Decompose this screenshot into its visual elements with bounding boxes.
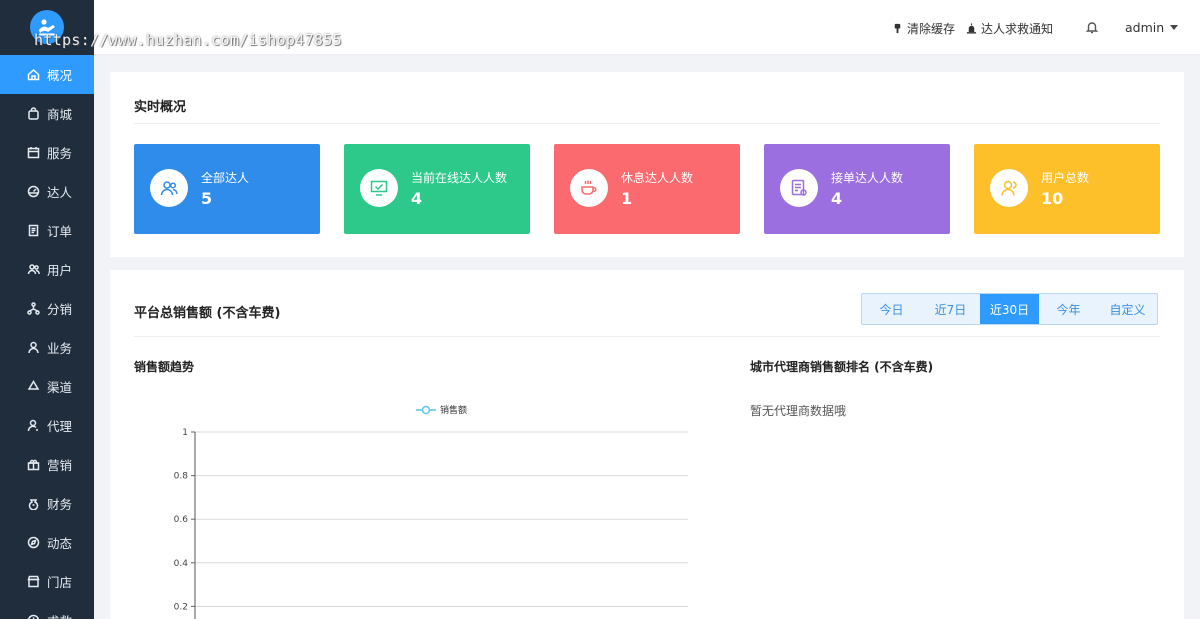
sidebar: 概况商城服务达人订单用户分销业务渠道代理营销财务动态门店求救 <box>0 0 94 619</box>
stat-card[interactable]: 当前在线达人人数 4 <box>344 144 530 234</box>
network-icon <box>26 302 40 316</box>
sidebar-item-10[interactable]: 营销 <box>0 445 94 484</box>
compass-icon <box>26 536 40 550</box>
sidebar-item-8[interactable]: 渠道 <box>0 367 94 406</box>
clear-cache-label: 清除缓存 <box>907 22 956 36</box>
calendar-icon <box>26 146 40 160</box>
y-tick-label: 1 <box>182 428 188 438</box>
sidebar-item-label: 营销 <box>47 458 73 473</box>
moneybag-icon <box>26 497 40 511</box>
stat-card-label: 全部达人 <box>201 171 250 185</box>
stat-card-label: 休息达人人数 <box>621 171 694 185</box>
sidebar-item-label: 达人 <box>47 185 73 200</box>
sidebar-item-label: 商城 <box>47 107 73 122</box>
home-icon <box>26 68 40 82</box>
sidebar-item-label: 动态 <box>47 536 73 551</box>
stat-card-value: 4 <box>831 189 843 208</box>
brush-icon <box>894 23 901 34</box>
sidebar-item-5[interactable]: 用户 <box>0 250 94 289</box>
sidebar-item-label: 订单 <box>47 224 73 239</box>
user-name: admin <box>1125 20 1165 35</box>
stat-card[interactable]: 全部达人 5 <box>134 144 320 234</box>
overview-title: 实时概况 <box>134 100 187 115</box>
stat-card-value: 10 <box>1041 189 1064 208</box>
sidebar-item-label: 求救 <box>47 611 72 619</box>
stat-card-label: 用户总数 <box>1041 171 1090 185</box>
sidebar-item-label: 业务 <box>47 341 73 356</box>
caret-down-icon <box>1170 25 1179 30</box>
sidebar-item-label: 用户 <box>47 263 73 278</box>
overview-panel: 实时概况 全部达人 5 当前在线达人人数 4 休息达人人数 1 接单达人人数 4 用户总数 10 <box>110 72 1184 257</box>
alarm-icon <box>966 23 977 34</box>
sos-icon <box>26 614 40 619</box>
user-menu[interactable]: admin <box>1125 20 1179 35</box>
rescue-notice-label: 达人求救通知 <box>981 22 1054 36</box>
monitor-icon <box>360 169 398 207</box>
clear-cache-button[interactable]: 清除缓存 <box>892 20 955 37</box>
sidebar-item-label: 门店 <box>47 575 73 590</box>
stat-card[interactable]: 休息达人人数 1 <box>554 144 740 234</box>
sidebar-item-label: 服务 <box>47 146 73 161</box>
store-icon <box>26 575 40 589</box>
sidebar-item-2[interactable]: 服务 <box>0 133 94 172</box>
sidebar-item-1[interactable]: 商城 <box>0 94 94 133</box>
document-icon <box>26 224 40 238</box>
y-tick-label: 0.4 <box>174 559 189 569</box>
sidebar-item-14[interactable]: 求救 <box>0 601 94 619</box>
sidebar-item-3[interactable]: 达人 <box>0 172 94 211</box>
sidebar-item-label: 渠道 <box>47 380 73 395</box>
sidebar-item-label: 分销 <box>47 302 73 317</box>
order-icon <box>780 169 818 207</box>
stat-card[interactable]: 接单达人人数 4 <box>764 144 950 234</box>
stat-card[interactable]: 用户总数 10 <box>974 144 1160 234</box>
user-group-icon <box>990 169 1028 207</box>
sales-panel: 平台总销售额 (不含车费) 今日 近7日 近30日 今年 自定义 销售额趋势 城市代理商… <box>110 270 1184 619</box>
bell-icon[interactable] <box>1085 20 1099 34</box>
rescue-notice-button[interactable]: 达人求救通知 <box>966 20 1053 37</box>
users-icon <box>150 169 188 207</box>
sidebar-nav: 概况商城服务达人订单用户分销业务渠道代理营销财务动态门店求救 <box>0 55 94 619</box>
y-tick-label: 0.2 <box>174 602 188 612</box>
sidebar-item-7[interactable]: 业务 <box>0 328 94 367</box>
gift-icon <box>26 458 40 472</box>
y-tick-label: 0.8 <box>174 472 189 482</box>
users-icon <box>26 263 40 277</box>
sidebar-item-0[interactable]: 概况 <box>0 55 94 94</box>
recycle-icon <box>26 380 40 394</box>
sidebar-item-11[interactable]: 财务 <box>0 484 94 523</box>
gauge-icon <box>26 185 40 199</box>
sidebar-item-label: 财务 <box>47 497 73 512</box>
stat-card-value: 1 <box>621 189 633 208</box>
sidebar-item-label: 概况 <box>47 68 73 83</box>
overview-divider <box>134 123 1160 124</box>
stat-card-label: 当前在线达人人数 <box>411 171 508 185</box>
stat-card-value: 5 <box>201 189 213 208</box>
bag-icon <box>26 107 40 121</box>
sidebar-item-13[interactable]: 门店 <box>0 562 94 601</box>
coffee-icon <box>570 169 608 207</box>
watermark-text: https://www.huzhan.com/ishop47855 <box>34 31 342 49</box>
sidebar-item-9[interactable]: 代理 <box>0 406 94 445</box>
stat-card-label: 接单达人人数 <box>831 171 904 185</box>
y-tick-label: 0.6 <box>174 515 189 525</box>
sidebar-item-label: 代理 <box>47 419 73 434</box>
sales-trend-chart: 1 0.8 0.6 0.4 0.2 <box>174 428 688 619</box>
sidebar-item-6[interactable]: 分销 <box>0 289 94 328</box>
stat-card-value: 4 <box>411 189 423 208</box>
sidebar-item-4[interactable]: 订单 <box>0 211 94 250</box>
user-icon <box>26 341 40 355</box>
agent-icon <box>26 419 40 433</box>
sidebar-item-12[interactable]: 动态 <box>0 523 94 562</box>
